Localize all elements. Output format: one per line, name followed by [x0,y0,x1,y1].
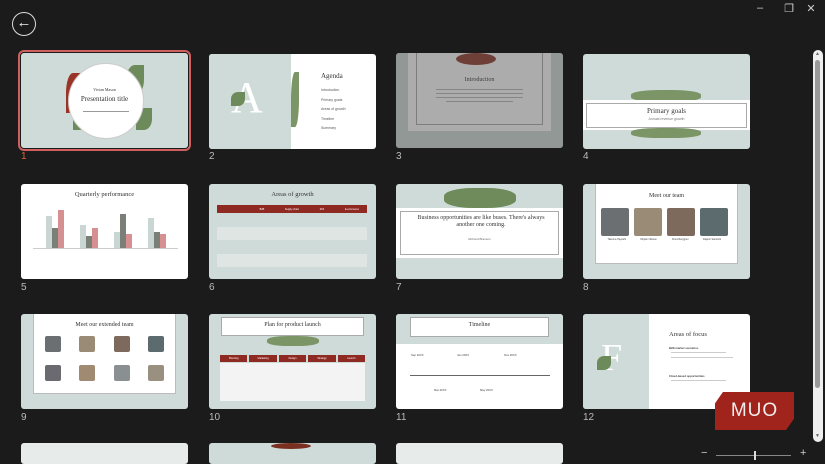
slide-number: 4 [583,151,589,162]
table-header: Launch [337,355,366,362]
slide-title: Areas of focus [669,331,707,338]
chart-bar [58,210,64,248]
agenda-item: Primary goals [321,97,343,102]
team-photo [634,208,662,236]
chart-bar [126,234,132,248]
agenda-item: Areas of growth [321,107,346,111]
slide-number: 11 [396,412,407,423]
slide-thumbnail-8[interactable]: Meet our team Takuma Hayashi Mirjam Nils… [583,184,750,279]
quote-author: Richard Branson [468,237,491,241]
slide-number: 6 [209,282,215,293]
close-button[interactable]: ✕ [803,2,819,15]
section-heading: B2B market scenarios [669,346,699,350]
slide-number: 1 [21,151,27,162]
team-photo [700,208,728,236]
presenter-name: Vivian Mason [93,87,116,92]
slide-title: Quarterly performance [74,191,135,198]
back-button[interactable]: ← [12,12,36,36]
slide-number: 5 [21,282,27,293]
zoom-in-button[interactable]: + [800,447,806,459]
slide-thumbnail-4[interactable]: Primary goals Annual revenue growth [583,54,750,149]
agenda-item: Summary [321,126,336,130]
table-header: Design [278,355,307,362]
vertical-scrollbar[interactable]: ▲ ▼ [813,50,823,442]
scroll-up-icon[interactable]: ▲ [815,51,820,57]
slide-title: Primary goals [646,107,687,115]
slide-number: 12 [583,412,595,423]
minimize-button[interactable]: – [752,2,768,14]
slide-thumbnail-9[interactable]: Meet our extended team [21,314,188,409]
slide-number: 3 [396,151,402,162]
timeline-date: Mar 20XX [434,388,447,392]
slide-thumbnail-5[interactable]: Quarterly performance [21,184,188,279]
team-name: Rajesh Santoshi [703,238,722,241]
table-header: Supply chain [284,207,300,211]
team-name: Takuma Hayashi [607,238,627,241]
timeline-date: Sep 20XX [411,353,424,357]
slide-title: Meet our team [649,193,684,199]
slide-number: 7 [396,282,402,293]
section-heading: Cloud-based opportunities [669,374,705,378]
table-header: Planning [220,355,248,362]
table-header: ROI [319,207,325,211]
slide-title: Timeline [468,322,491,328]
team-photo [667,208,695,236]
slide-number: 9 [21,412,27,423]
chart-bar [160,234,166,248]
zoom-slider[interactable] [716,451,791,460]
slide-thumbnail-10[interactable]: Plan for product launch Planning Marketi… [209,314,376,409]
muo-watermark: MUO [715,392,794,430]
quote-text: Business opportunities are like buses. T… [417,215,545,228]
chart-bar [92,228,98,248]
agenda-item: Introduction [321,88,340,92]
drag-overlay [396,53,563,148]
slide-number: 10 [209,412,221,423]
table-header: B2B [259,207,265,211]
scroll-down-icon[interactable]: ▼ [815,433,820,439]
table-header: E-commerce [344,207,360,211]
slide-thumbnail-14[interactable] [209,443,376,464]
slide-title: Presentation title [80,95,129,103]
slide-thumbnail-3[interactable]: Introduction [396,53,563,148]
restore-button[interactable]: ❐ [781,2,797,15]
slide-number: 8 [583,282,589,293]
zoom-out-button[interactable]: − [701,447,707,459]
zoom-slider-thumb[interactable] [753,451,756,460]
scrollbar-thumb[interactable] [815,60,820,388]
slide-title: Areas of growth [271,191,314,198]
slide-thumbnail-15[interactable] [396,443,563,464]
team-name: Flora Berggren [672,238,689,241]
slide-thumbnail-1[interactable]: Vivian Mason Presentation title [18,50,191,151]
timeline-date: May 20XX [480,388,493,392]
slide-thumbnail-7[interactable]: Business opportunities are like buses. T… [396,184,563,279]
slide-thumbnail-2[interactable]: A Agenda Introduction Primary goals Area… [209,54,376,149]
slide-thumbnail-11[interactable]: Timeline Sep 20XX Jan 20XX Nov 20XX Mar … [396,314,563,409]
slide-title: Agenda [321,72,343,80]
timeline-date: Nov 20XX [504,353,517,357]
slide-subtitle: Annual revenue growth [648,117,685,121]
team-photo [601,208,629,236]
team-name: Mirjam Nilsson [640,238,657,241]
table-header: Marketing [249,355,277,362]
slide-number: 2 [209,151,215,162]
slide-title: Meet our extended team [75,322,134,328]
slide-thumbnail-6[interactable]: Areas of growth B2B Supply chain ROI E-c… [209,184,376,279]
arrow-left-icon: ← [16,14,32,31]
slide-thumbnail-13[interactable] [21,443,188,464]
table-header: Strategy [308,355,336,362]
agenda-item: Timeline [321,116,335,121]
slide-title: Plan for product launch [264,322,321,328]
timeline-date: Jan 20XX [457,353,470,357]
